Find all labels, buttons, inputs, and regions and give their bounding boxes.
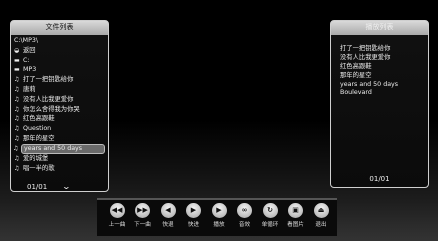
rewind-button[interactable]: ◀ 快退 [158, 203, 178, 235]
file-list-pager: 01/01 ⌄ [27, 182, 71, 191]
prev-track-button[interactable]: ◀◀ 上一曲 [107, 203, 127, 235]
file-list-item[interactable]: ♫ 爱的城堡 [14, 154, 105, 164]
drive-icon: ▬ [14, 56, 20, 64]
single-loop-icon: ↻ [262, 203, 278, 218]
file-list-item[interactable]: ▬ C: [14, 56, 105, 66]
playlist-item[interactable]: 没有人比我更爱你 [340, 54, 425, 63]
next-track-button[interactable]: ▶▶ 下一曲 [133, 203, 153, 235]
toolbar-button-label: 音效 [238, 222, 251, 228]
playlist-page-number: 01/01 [369, 175, 390, 183]
fast-forward-icon: ▶ [186, 203, 201, 218]
music-note-icon: ♫ [13, 144, 19, 152]
file-list-item-label: 红色高跟鞋 [23, 115, 55, 123]
music-note-icon: ♫ [14, 164, 20, 172]
music-note-icon: ♫ [14, 125, 20, 133]
file-list-item-label: Question [23, 125, 52, 133]
toolbar-button-label: 看图片 [287, 222, 304, 228]
file-list-item-label: MP3 [23, 66, 37, 74]
fast-forward-button[interactable]: ▶ 快进 [184, 203, 204, 235]
sound-effect-icon: ∞ [237, 203, 252, 218]
toolbar-button-label: 播放 [213, 222, 225, 228]
playlist-item[interactable]: Boulevard [340, 89, 425, 98]
playlist-item[interactable]: 打了一把钥匙给你 [340, 45, 425, 54]
file-list-page-number: 01/01 [27, 183, 48, 191]
picture-icon: ▣ [288, 203, 303, 218]
file-list-item[interactable]: ♫ 没有人比我更爱你 [14, 95, 105, 105]
file-list-item[interactable]: ◒ 返回 [14, 46, 105, 56]
file-list: C:\MP3\ ◒ 返回 ▬ C: ▬ MP3 ♫ 打了一把钥匙给你 ♫ 唐莉 ♫ 没有人比我更爱你 ♫… [13, 36, 105, 174]
playlist-panel: 播放列表 打了一把钥匙给你 没有人比我更爱你 红色高跟鞋 那年的星空 years and… [330, 20, 429, 188]
play-button[interactable]: ▶ 播放 [209, 203, 229, 235]
file-list-item[interactable]: ▬ MP3 [14, 65, 105, 75]
file-list-item-label: 返回 [23, 46, 36, 54]
file-list-item[interactable]: ♫ 唱一半的歌 [14, 164, 105, 174]
file-list-item-label: 唱一半的歌 [23, 164, 55, 172]
file-list-item-label: 唐莉 [23, 85, 36, 93]
toolbar-button-label: 下一曲 [134, 222, 151, 228]
folder-icon: ▬ [14, 66, 20, 74]
music-note-icon: ♫ [14, 154, 20, 162]
file-list-item[interactable]: ♫ 红色高跟鞋 [14, 114, 105, 124]
back-icon: ◒ [14, 46, 20, 54]
music-note-icon: ♫ [14, 105, 20, 113]
file-list-item-label: years and 50 days [24, 144, 83, 152]
file-list-item-label: 那年的星空 [23, 134, 55, 142]
playlist: 打了一把钥匙给你 没有人比我更爱你 红色高跟鞋 那年的星空 years and 50 d… [340, 45, 425, 98]
playback-toolbar: ◀◀ 上一曲 ▶▶ 下一曲 ◀ 快退 ▶ 快进 ▶ 播放 ∞ 音效 ↻ 单循环 ▣ 看图片 ⏏ 退出 [97, 198, 337, 236]
toolbar-button-label: 退出 [315, 222, 327, 228]
file-list-item[interactable]: ♫ years and 50 days [13, 143, 105, 154]
music-note-icon: ♫ [14, 134, 20, 142]
playlist-item[interactable]: 红色高跟鞋 [340, 63, 425, 72]
toolbar-button-label: 上一曲 [108, 222, 126, 228]
single-loop-button[interactable]: ↻ 单循环 [260, 203, 280, 235]
file-list-item-label: 没有人比我更爱你 [23, 95, 74, 103]
sound-effect-button[interactable]: ∞ 音效 [235, 203, 255, 235]
toolbar-button-label: 快进 [187, 222, 200, 228]
file-list-item[interactable]: ♫ Question [14, 124, 105, 134]
music-note-icon: ♫ [14, 85, 20, 93]
file-list-title: 文件列表 [45, 23, 74, 31]
next-icon: ▶▶ [135, 203, 150, 218]
playlist-item[interactable]: years and 50 days [340, 81, 425, 90]
current-path: C:\MP3\ [14, 37, 38, 44]
music-note-icon: ♫ [14, 115, 20, 123]
view-picture-button[interactable]: ▣ 看图片 [286, 203, 306, 235]
file-list-item[interactable]: ♫ 唐莉 [14, 85, 105, 95]
playlist-title: 播放列表 [365, 23, 394, 31]
file-list-item-label: 打了一把钥匙给你 [23, 76, 74, 84]
toolbar-button-label: 单循环 [261, 222, 279, 228]
file-list-item[interactable]: ♫ 你怎么舍得我为你哭 [14, 105, 105, 115]
music-note-icon: ♫ [14, 76, 20, 84]
chevron-down-icon[interactable]: ⌄ [62, 182, 71, 191]
playlist-item[interactable]: 那年的星空 [340, 72, 425, 81]
exit-icon: ⏏ [313, 203, 329, 218]
file-list-item[interactable]: ♫ 那年的星空 [14, 134, 105, 144]
file-list-panel: 文件列表 C:\MP3\ ◒ 返回 ▬ C: ▬ MP3 ♫ 打了一把钥匙给你 ♫ 唐莉 ♫ 没有人比… [10, 20, 109, 192]
file-list-item-label: 爱的城堡 [23, 154, 49, 162]
rewind-icon: ◀ [160, 203, 176, 218]
toolbar-button-label: 快退 [162, 222, 174, 228]
file-list-item-label: C: [23, 56, 30, 64]
play-icon: ▶ [211, 203, 227, 218]
exit-button[interactable]: ⏏ 退出 [311, 203, 331, 235]
music-note-icon: ♫ [14, 95, 20, 103]
prev-icon: ◀◀ [109, 203, 125, 218]
file-list-item[interactable]: ♫ 打了一把钥匙给你 [14, 75, 105, 85]
file-list-item-label: 你怎么舍得我为你哭 [23, 105, 80, 113]
